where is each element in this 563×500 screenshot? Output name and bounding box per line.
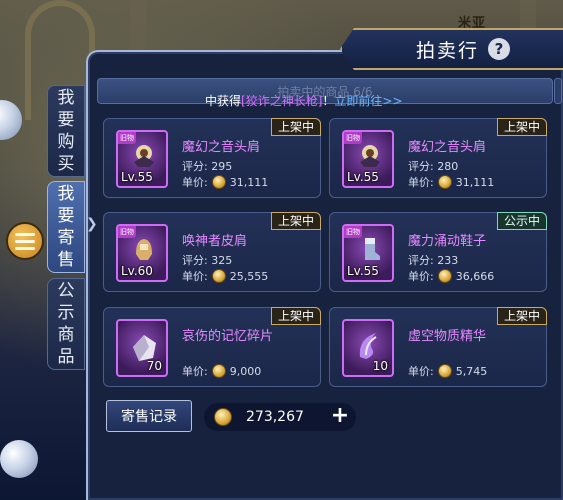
status-badge: 上架中 xyxy=(270,212,321,230)
listing-card[interactable]: 旧物 Lv.60 唤神者皮肩 评分: 325 单价: 25,555 上架中 xyxy=(103,212,321,292)
coin-icon xyxy=(211,364,226,378)
background-orb xyxy=(0,100,22,140)
status-badge: 上架中 xyxy=(496,307,547,325)
menu-icon-bar xyxy=(15,246,35,250)
add-gold-button[interactable]: + xyxy=(328,405,352,429)
tab-public-char: 公 xyxy=(57,281,75,301)
price-label: 单价: xyxy=(408,270,434,283)
item-quantity: 10 xyxy=(372,359,388,373)
item-icon-frame: 旧物 Lv.55 xyxy=(342,224,394,282)
broadcast-item: [狡诈之神长枪] xyxy=(241,94,323,108)
tab-public-char: 商 xyxy=(57,325,75,345)
item-score: 评分: 280 xyxy=(408,160,459,173)
price-label: 单价: xyxy=(408,365,434,378)
item-price-row: 单价: 36,666 xyxy=(408,268,494,284)
tab-public-char: 示 xyxy=(57,303,75,323)
status-badge: 上架中 xyxy=(496,118,547,136)
item-name: 虚空物质精华 xyxy=(408,329,487,344)
item-name: 哀伤的记忆碎片 xyxy=(182,329,274,344)
shoulder-armor-icon xyxy=(134,145,154,167)
status-bar-tail xyxy=(554,78,562,104)
item-price-row: 单价: 31,111 xyxy=(182,174,268,190)
tab-buy-char: 购 xyxy=(57,132,75,152)
tab-consign-char: 我 xyxy=(57,184,75,204)
item-price: 5,745 xyxy=(455,364,488,378)
gold-balance-value: 273,267 xyxy=(246,409,304,425)
broadcast-suffix: ！ xyxy=(322,94,335,108)
item-score: 评分: 295 xyxy=(182,160,233,173)
tab-buy-char: 我 xyxy=(57,88,75,108)
coin-icon xyxy=(437,364,452,378)
tab-public-goods[interactable]: 公 示 商 品 xyxy=(47,278,85,370)
item-icon-frame: 70 xyxy=(116,319,168,377)
item-quantity: 70 xyxy=(146,359,162,373)
item-icon-frame: 旧物 Lv.60 xyxy=(116,224,168,282)
menu-icon-bar xyxy=(15,239,35,243)
listing-card[interactable]: 旧物 Lv.55 魔幻之音头肩 评分: 295 单价: 31,111 上架中 xyxy=(103,118,321,198)
listing-card[interactable]: 旧物 Lv.55 魔力涌动鞋子 评分: 233 单价: 36,666 公示中 xyxy=(329,212,547,292)
item-level: Lv.55 xyxy=(121,170,153,184)
item-icon-frame: 旧物 Lv.55 xyxy=(116,130,168,188)
tab-pointer-icon: ❯ xyxy=(86,216,98,232)
tab-buy-char: 买 xyxy=(57,154,75,174)
tab-consign[interactable]: 我 要 寄 售 xyxy=(47,181,85,273)
item-icon-frame: 10 xyxy=(342,319,394,377)
tab-public-char: 品 xyxy=(57,347,75,367)
broadcast-prefix: 中获得 xyxy=(205,94,242,108)
item-price: 36,666 xyxy=(455,269,495,283)
help-icon[interactable]: ? xyxy=(488,38,510,60)
item-price-row: 单价: 9,000 xyxy=(182,363,261,379)
item-price: 31,111 xyxy=(229,175,269,189)
item-name: 魔幻之音头肩 xyxy=(182,140,261,155)
void-essence-icon xyxy=(359,333,377,359)
item-level: Lv.55 xyxy=(347,170,379,184)
boots-icon xyxy=(365,238,380,260)
tab-consign-char: 售 xyxy=(57,250,75,270)
broadcast-message: 中获得[狡诈之神长枪]！立即前往>> xyxy=(205,92,403,109)
price-label: 单价: xyxy=(182,270,208,283)
price-label: 单价: xyxy=(182,365,208,378)
page-title: 拍卖行 xyxy=(416,39,480,62)
item-price: 31,111 xyxy=(455,175,495,189)
status-badge: 公示中 xyxy=(496,212,547,230)
listing-card[interactable]: 10 虚空物质精华 单价: 5,745 上架中 xyxy=(329,307,547,387)
coin-icon xyxy=(214,408,232,426)
menu-button[interactable] xyxy=(6,222,44,260)
price-label: 单价: xyxy=(408,176,434,189)
item-price: 25,555 xyxy=(229,269,269,283)
tab-consign-char: 要 xyxy=(57,206,75,226)
item-score: 评分: 233 xyxy=(408,254,459,267)
leather-shoulder-icon xyxy=(136,239,152,260)
listing-card[interactable]: 70 哀伤的记忆碎片 单价: 9,000 上架中 xyxy=(103,307,321,387)
tab-buy[interactable]: 我 要 购 买 xyxy=(47,85,85,177)
consign-records-button[interactable]: 寄售记录 xyxy=(106,400,192,432)
item-price-row: 单价: 5,745 xyxy=(408,363,487,379)
title-plate: 拍卖行 xyxy=(340,28,563,70)
price-label: 单价: xyxy=(182,176,208,189)
item-name: 魔力涌动鞋子 xyxy=(408,234,487,249)
item-level: Lv.55 xyxy=(347,264,379,278)
item-price-row: 单价: 25,555 xyxy=(182,268,268,284)
background-orb xyxy=(0,440,38,478)
item-price-row: 单价: 31,111 xyxy=(408,174,494,190)
item-name: 唤神者皮肩 xyxy=(182,234,248,249)
shoulder-armor-icon xyxy=(360,145,380,167)
coin-icon xyxy=(437,269,452,283)
tab-consign-char: 寄 xyxy=(57,228,75,248)
menu-icon-bar xyxy=(15,232,35,236)
coin-icon xyxy=(211,269,226,283)
item-score: 评分: 325 xyxy=(182,254,233,267)
coin-icon xyxy=(437,175,452,189)
item-icon-frame: 旧物 Lv.55 xyxy=(342,130,394,188)
item-name: 魔幻之音头肩 xyxy=(408,140,487,155)
coin-icon xyxy=(211,175,226,189)
status-badge: 上架中 xyxy=(270,118,321,136)
listing-card[interactable]: 旧物 Lv.55 魔幻之音头肩 评分: 280 单价: 31,111 上架中 xyxy=(329,118,547,198)
tab-buy-char: 要 xyxy=(57,110,75,130)
status-badge: 上架中 xyxy=(270,307,321,325)
broadcast-go-link[interactable]: 立即前往>> xyxy=(334,94,402,108)
item-level: Lv.60 xyxy=(121,264,153,278)
item-price: 9,000 xyxy=(229,364,262,378)
